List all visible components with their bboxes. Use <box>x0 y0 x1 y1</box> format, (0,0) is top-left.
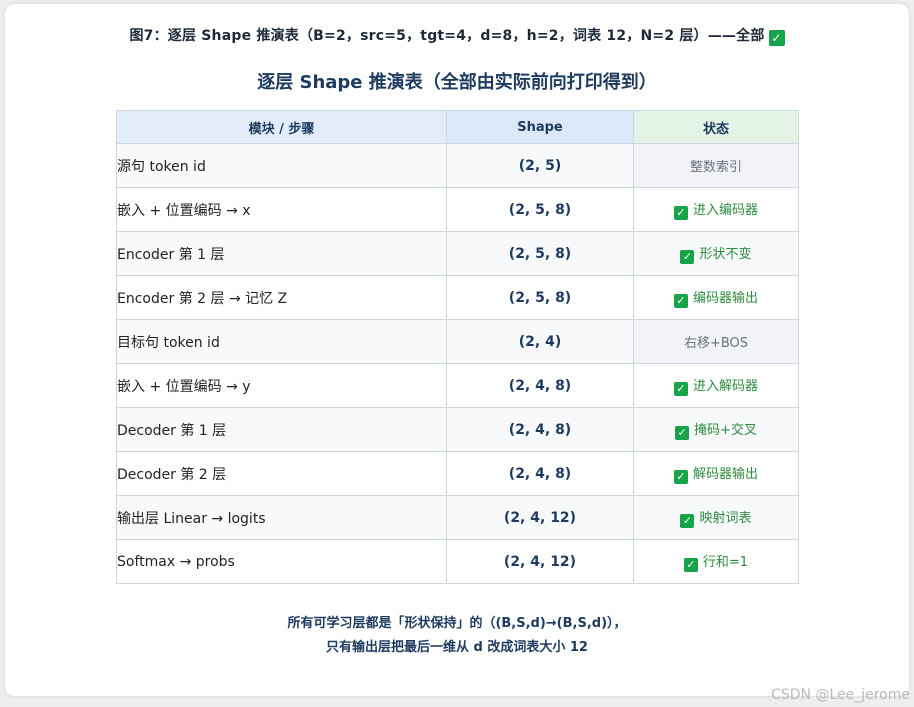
status-cell: ✓ 掩码+交叉 <box>633 407 799 452</box>
step-cell: 嵌入 + 位置编码 → y <box>116 363 447 408</box>
table-row: Decoder 第 1 层 (2, 4, 8) ✓ 掩码+交叉 <box>116 407 799 452</box>
status-label: 掩码+交叉 <box>694 423 757 438</box>
step-cell: 输出层 Linear → logits <box>116 495 447 540</box>
status-cell: ✓ 映射词表 <box>633 495 799 540</box>
check-mark-icon: ✓ <box>683 558 698 572</box>
table-header-row: 模块 / 步骤 Shape 状态 <box>116 110 799 144</box>
shape-cell: (2, 4, 8) <box>446 407 634 452</box>
status-label: 进入编码器 <box>692 203 758 218</box>
step-cell: Encoder 第 2 层 → 记忆 Z <box>116 275 447 320</box>
shape-cell: (2, 4, 12) <box>446 495 634 540</box>
check-mark-icon: ✓ <box>673 206 688 220</box>
table-row: 目标句 token id (2, 4) 右移+BOS <box>116 319 799 364</box>
table-title: 逐层 Shape 推演表（全部由实际前向打印得到） <box>257 72 657 93</box>
footnote-line-2: 只有输出层把最后一维从 d 改成词表大小 12 <box>326 640 588 655</box>
figure-caption-text: 图7：逐层 Shape 推演表（B=2，src=5，tgt=4，d=8，h=2，… <box>129 28 765 44</box>
footnote-line-1: 所有可学习层都是「形状保持」的（(B,S,d)→(B,S,d)）， <box>287 616 627 631</box>
table-row: 嵌入 + 位置编码 → y (2, 4, 8) ✓ 进入解码器 <box>116 363 799 408</box>
shape-cell: (2, 5, 8) <box>446 231 634 276</box>
column-header-step: 模块 / 步骤 <box>116 110 447 144</box>
status-label: 进入解码器 <box>692 379 758 394</box>
check-mark-icon: ✓ <box>673 294 688 308</box>
status-cell: ✓ 进入编码器 <box>633 187 799 232</box>
shape-cell: (2, 4) <box>446 319 634 364</box>
shape-cell: (2, 4, 12) <box>446 539 634 584</box>
figure-caption: 图7：逐层 Shape 推演表（B=2，src=5，tgt=4，d=8，h=2，… <box>0 25 914 46</box>
column-header-shape: Shape <box>446 110 634 144</box>
check-mark-icon: ✓ <box>673 382 688 396</box>
status-cell: ✓ 进入解码器 <box>633 363 799 408</box>
step-cell: 目标句 token id <box>116 319 447 364</box>
step-cell: Decoder 第 1 层 <box>116 407 447 452</box>
check-mark-icon: ✓ <box>680 250 695 264</box>
shape-cell: (2, 4, 8) <box>446 451 634 496</box>
status-label: 解码器输出 <box>692 467 758 482</box>
table-body: 源句 token id (2, 5) 整数索引 嵌入 + 位置编码 → x (2, 5,… <box>116 143 799 584</box>
table-row: Softmax → probs (2, 4, 12) ✓ 行和=1 <box>116 539 799 584</box>
status-cell: ✓ 行和=1 <box>633 539 799 584</box>
status-label: 右移+BOS <box>683 336 749 351</box>
status-label: 编码器输出 <box>692 291 758 306</box>
check-mark-icon: ✓ <box>675 426 690 440</box>
check-mark-icon: ✓ <box>673 470 688 484</box>
step-cell: 嵌入 + 位置编码 → x <box>116 187 447 232</box>
table-row: 源句 token id (2, 5) 整数索引 <box>116 143 799 188</box>
table-row: 嵌入 + 位置编码 → x (2, 5, 8) ✓ 进入编码器 <box>116 187 799 232</box>
table-row: Decoder 第 2 层 (2, 4, 8) ✓ 解码器输出 <box>116 451 799 496</box>
shape-cell: (2, 4, 8) <box>446 363 634 408</box>
status-label: 整数索引 <box>689 160 742 175</box>
check-mark-icon: ✓ <box>680 514 695 528</box>
status-cell: ✓ 形状不变 <box>633 231 799 276</box>
step-cell: Encoder 第 1 层 <box>116 231 447 276</box>
status-cell: 右移+BOS <box>633 319 799 364</box>
table-row: Encoder 第 1 层 (2, 5, 8) ✓ 形状不变 <box>116 231 799 276</box>
step-cell: 源句 token id <box>116 143 447 188</box>
check-mark-icon: ✓ <box>768 30 785 46</box>
shape-cell: (2, 5, 8) <box>446 187 634 232</box>
status-cell: ✓ 解码器输出 <box>633 451 799 496</box>
table-row: 输出层 Linear → logits (2, 4, 12) ✓ 映射词表 <box>116 495 799 540</box>
shape-cell: (2, 5) <box>446 143 634 188</box>
step-cell: Softmax → probs <box>116 539 447 584</box>
status-cell: ✓ 编码器输出 <box>633 275 799 320</box>
shape-cell: (2, 5, 8) <box>446 275 634 320</box>
status-cell: 整数索引 <box>633 143 799 188</box>
status-label: 映射词表 <box>699 511 752 526</box>
step-cell: Decoder 第 2 层 <box>116 451 447 496</box>
shape-table: 模块 / 步骤 Shape 状态 源句 token id (2, 5) 整数索引嵌入… <box>116 110 799 584</box>
status-label: 行和=1 <box>702 555 749 570</box>
watermark: CSDN @Lee_jerome <box>771 687 910 703</box>
table-row: Encoder 第 2 层 → 记忆 Z (2, 5, 8) ✓ 编码器输出 <box>116 275 799 320</box>
column-header-status: 状态 <box>633 110 799 144</box>
status-label: 形状不变 <box>699 247 752 262</box>
